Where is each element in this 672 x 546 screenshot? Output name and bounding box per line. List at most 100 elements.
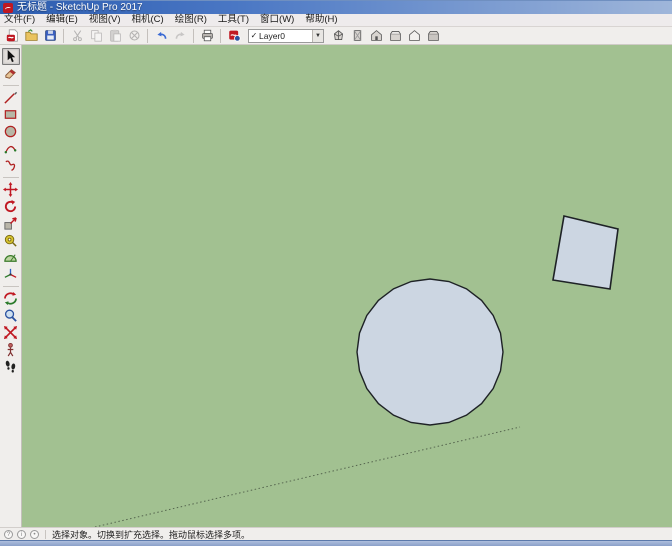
rectangle-tool-icon: [3, 107, 18, 122]
model-info-button[interactable]: [225, 28, 243, 44]
menu-draw[interactable]: 绘图(R): [175, 14, 207, 26]
statusbar-separator: [45, 530, 46, 539]
geolocate-icon[interactable]: i: [17, 530, 26, 539]
cut-button[interactable]: [68, 28, 86, 44]
walk-tool-icon: [3, 359, 18, 374]
view-iso-button[interactable]: [329, 28, 347, 44]
protractor-tool-icon: [3, 250, 18, 265]
menu-camera[interactable]: 相机(C): [131, 14, 163, 26]
new-button[interactable]: [3, 28, 21, 44]
zoom-tool-button[interactable]: [2, 307, 20, 324]
select-tool-button[interactable]: [2, 48, 20, 65]
drawing-canvas[interactable]: [22, 45, 672, 527]
zoom-extents-tool-button[interactable]: [2, 324, 20, 341]
undo-button[interactable]: [152, 28, 170, 44]
windows-taskbar-edge: [0, 540, 672, 546]
tool-separator: [3, 286, 19, 287]
redo-button[interactable]: [171, 28, 189, 44]
save-button[interactable]: [41, 28, 59, 44]
view-right-icon: [389, 29, 402, 42]
view-left-icon: [427, 29, 440, 42]
position-camera-tool-icon: [3, 342, 18, 357]
drawn-square[interactable]: [553, 216, 618, 289]
menu-window[interactable]: 窗口(W): [260, 14, 294, 26]
toolbar-separator: [147, 29, 148, 43]
drawn-circle[interactable]: [357, 279, 503, 425]
line-tool-button[interactable]: [2, 89, 20, 106]
erase-icon: [128, 29, 141, 42]
paste-icon: [109, 29, 122, 42]
save-icon: [44, 29, 57, 42]
standard-toolbar: ✓ Layer0 ▼: [0, 27, 672, 45]
arc-tool-button[interactable]: [2, 140, 20, 157]
view-left-button[interactable]: [424, 28, 442, 44]
ground-plane[interactable]: [22, 45, 672, 527]
axes-tool-button[interactable]: [2, 266, 20, 283]
titlebar: 无标题 - SketchUp Pro 2017: [0, 0, 672, 14]
rotate-tool-icon: [3, 199, 18, 214]
position-camera-tool-button[interactable]: [2, 341, 20, 358]
view-top-icon: [351, 29, 364, 42]
copy-icon: [90, 29, 103, 42]
redo-icon: [174, 29, 187, 42]
scale-tool-icon: [3, 216, 18, 231]
orbit-tool-icon: [3, 291, 18, 306]
move-tool-button[interactable]: [2, 181, 20, 198]
undo-icon: [155, 29, 168, 42]
layer-checkmark: ✓: [249, 31, 259, 40]
sketchup-logo-icon: [3, 3, 13, 13]
window-title: 无标题 - SketchUp Pro 2017: [17, 3, 143, 13]
eraser-tool-icon: [3, 66, 18, 81]
credits-icon[interactable]: •: [30, 530, 39, 539]
model-viewport[interactable]: [22, 45, 672, 527]
paste-button[interactable]: [106, 28, 124, 44]
cut-icon: [71, 29, 84, 42]
print-button[interactable]: [198, 28, 216, 44]
status-hint: 选择对象。切换到扩充选择。拖动鼠标选择多项。: [52, 528, 250, 541]
menu-edit[interactable]: 编辑(E): [46, 14, 78, 26]
open-icon: [25, 29, 38, 42]
view-back-button[interactable]: [405, 28, 423, 44]
circle-tool-button[interactable]: [2, 123, 20, 140]
erase-button[interactable]: [125, 28, 143, 44]
axes-tool-icon: [3, 267, 18, 282]
scale-tool-button[interactable]: [2, 215, 20, 232]
freehand-tool-button[interactable]: [2, 157, 20, 174]
tool-separator: [3, 85, 19, 86]
toolbar-separator: [193, 29, 194, 43]
freehand-tool-icon: [3, 158, 18, 173]
rectangle-tool-button[interactable]: [2, 106, 20, 123]
model-info-icon: [228, 29, 241, 42]
view-right-button[interactable]: [386, 28, 404, 44]
statusbar: ? i • 选择对象。切换到扩充选择。拖动鼠标选择多项。: [0, 527, 672, 540]
protractor-tool-button[interactable]: [2, 249, 20, 266]
print-icon: [201, 29, 214, 42]
menu-file[interactable]: 文件(F): [4, 14, 35, 26]
select-tool-icon: [3, 49, 18, 64]
chevron-down-icon[interactable]: ▼: [312, 30, 323, 42]
view-top-button[interactable]: [348, 28, 366, 44]
menu-tools[interactable]: 工具(T): [218, 14, 249, 26]
walk-tool-button[interactable]: [2, 358, 20, 375]
tool-palette: [0, 45, 22, 527]
tool-separator: [3, 177, 19, 178]
circle-tool-icon: [3, 124, 18, 139]
layer-dropdown[interactable]: ✓ Layer0 ▼: [248, 29, 324, 43]
menu-help[interactable]: 帮助(H): [305, 14, 337, 26]
tape-measure-tool-button[interactable]: [2, 232, 20, 249]
eraser-tool-button[interactable]: [2, 65, 20, 82]
tape-measure-tool-icon: [3, 233, 18, 248]
copy-button[interactable]: [87, 28, 105, 44]
view-front-icon: [370, 29, 383, 42]
line-tool-icon: [3, 90, 18, 105]
view-front-button[interactable]: [367, 28, 385, 44]
open-button[interactable]: [22, 28, 40, 44]
help-icon[interactable]: ?: [4, 530, 13, 539]
orbit-tool-button[interactable]: [2, 290, 20, 307]
view-iso-icon: [332, 29, 345, 42]
menubar: 文件(F) 编辑(E) 视图(V) 相机(C) 绘图(R) 工具(T) 窗口(W…: [0, 14, 672, 27]
view-back-icon: [408, 29, 421, 42]
menu-view[interactable]: 视图(V): [89, 14, 121, 26]
layer-dropdown-value: Layer0: [259, 31, 312, 41]
rotate-tool-button[interactable]: [2, 198, 20, 215]
